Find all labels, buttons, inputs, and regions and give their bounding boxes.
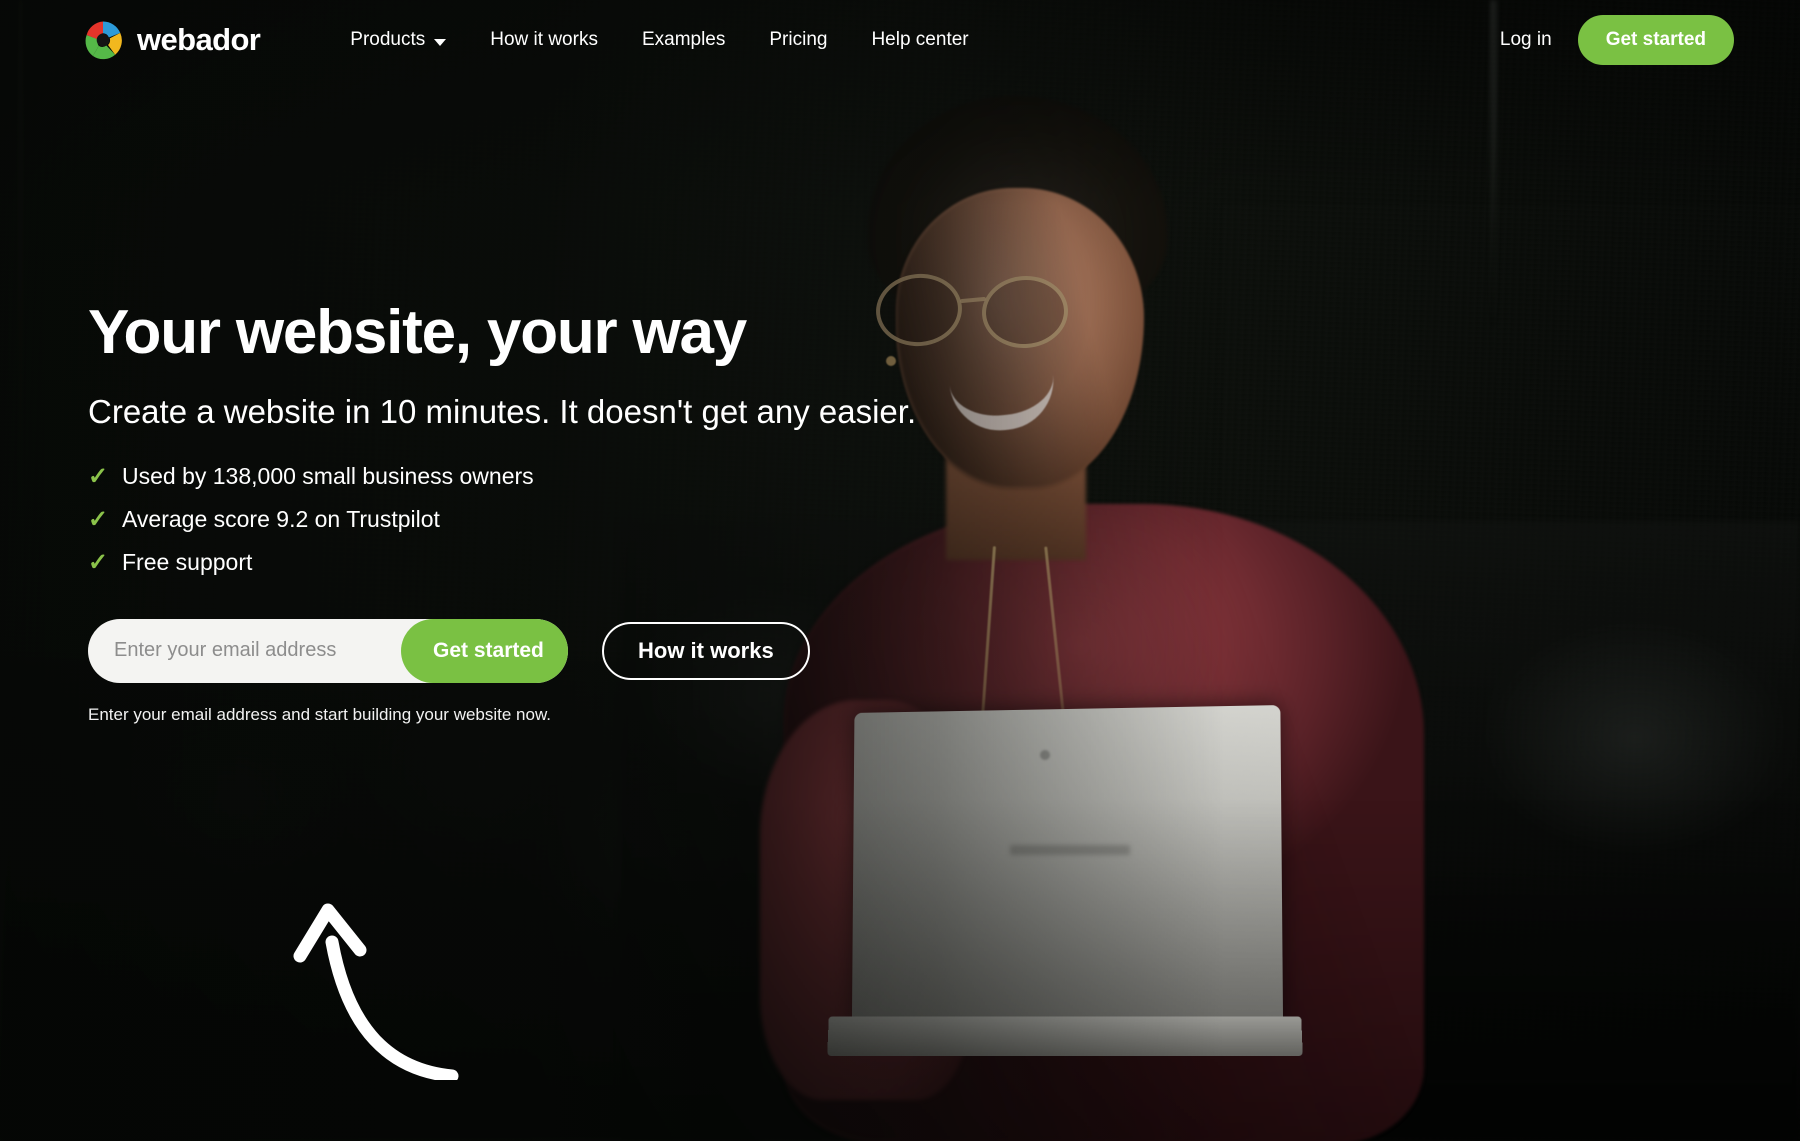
brand-logo[interactable]: webador	[82, 19, 261, 61]
signup-form: Get started How it works	[88, 618, 1008, 683]
email-field[interactable]	[88, 618, 401, 683]
chevron-down-icon	[434, 38, 447, 46]
benefit-label: Used by 138,000 small business owners	[122, 463, 534, 490]
check-icon: ✓	[88, 548, 109, 576]
nav-label-products: Products	[350, 29, 426, 50]
primary-nav: Products How it works Examples Pricing H…	[328, 19, 990, 61]
hero-subtitle: Create a website in 10 minutes. It doesn…	[88, 392, 917, 430]
how-it-works-button[interactable]: How it works	[602, 621, 810, 680]
page-title: Your website, your way	[88, 298, 747, 367]
check-icon: ✓	[88, 505, 109, 533]
site-header: webador Products How it works Examples P…	[0, 0, 1800, 80]
benefit-label: Average score 9.2 on Trustpilot	[122, 506, 440, 533]
nav-item-examples[interactable]: Examples	[620, 19, 747, 61]
nav-item-how-it-works[interactable]: How it works	[468, 19, 620, 61]
get-started-button[interactable]: Get started	[401, 618, 568, 683]
webador-shutter-logo-icon	[85, 21, 122, 60]
nav-item-help-center[interactable]: Help center	[849, 19, 990, 61]
header-get-started-button[interactable]: Get started	[1577, 15, 1734, 65]
header-actions: Log in Get started	[1500, 15, 1734, 65]
email-field-wrapper: Get started	[88, 618, 568, 683]
hero-section: webador Products How it works Examples P…	[0, 0, 1800, 1141]
brand-name: webador	[137, 22, 261, 57]
login-link[interactable]: Log in	[1500, 29, 1552, 51]
nav-label-pricing: Pricing	[769, 29, 828, 50]
check-icon: ✓	[88, 462, 109, 490]
nav-label-how-it-works: How it works	[490, 29, 598, 50]
benefits-list: ✓ Used by 138,000 small business owners …	[88, 462, 1008, 576]
list-item: ✓ Free support	[88, 548, 1008, 576]
nav-item-products[interactable]: Products	[328, 19, 468, 61]
benefit-label: Free support	[122, 549, 253, 576]
nav-label-help-center: Help center	[871, 29, 969, 50]
nav-item-pricing[interactable]: Pricing	[747, 19, 849, 61]
hero-content: Your website, your way Create a website …	[88, 298, 1008, 725]
list-item: ✓ Used by 138,000 small business owners	[88, 462, 1008, 490]
list-item: ✓ Average score 9.2 on Trustpilot	[88, 505, 1008, 533]
form-helper-text: Enter your email address and start build…	[88, 704, 552, 724]
nav-label-examples: Examples	[641, 29, 726, 50]
